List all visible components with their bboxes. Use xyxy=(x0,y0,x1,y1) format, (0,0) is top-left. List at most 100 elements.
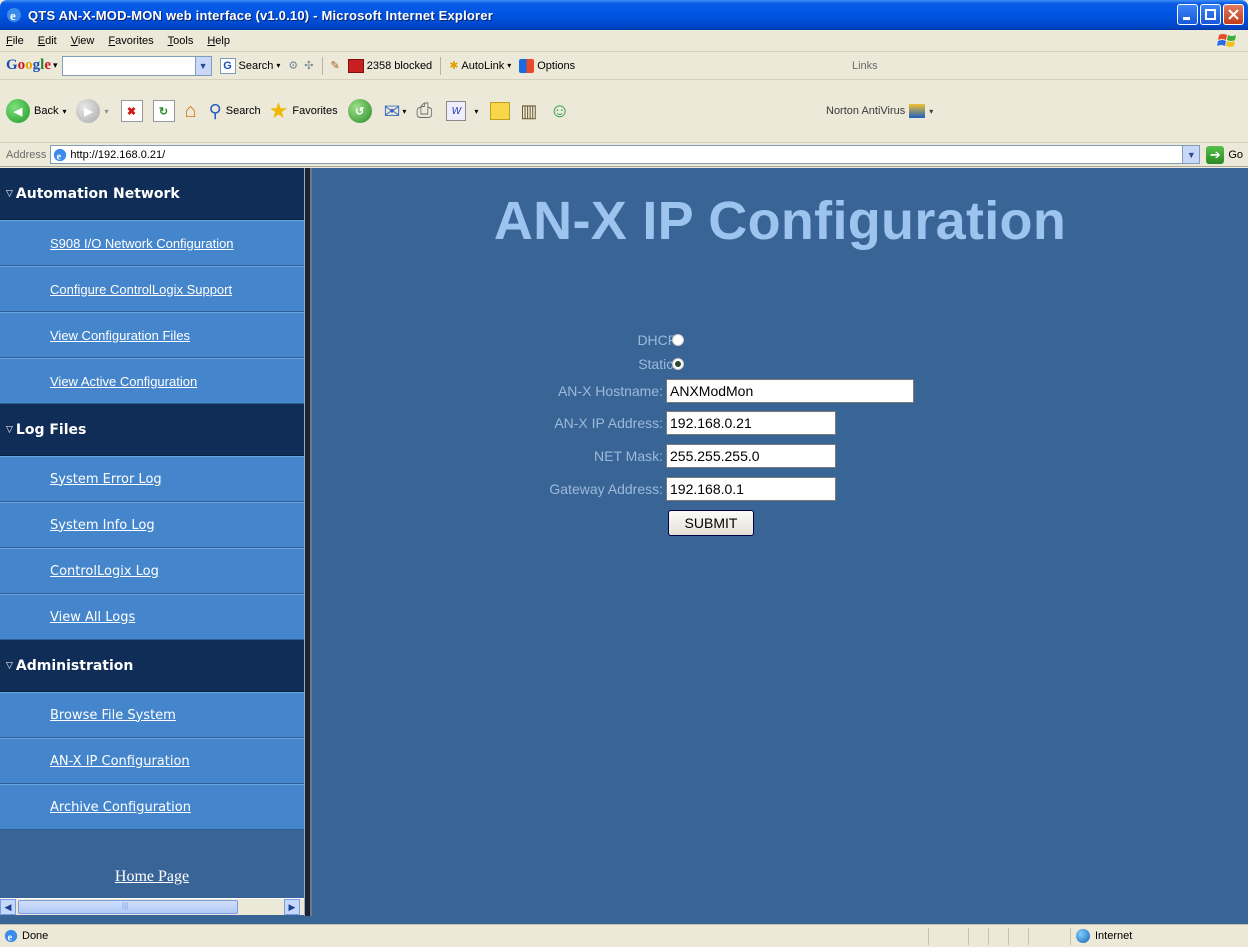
highlight-icon[interactable]: ✎ xyxy=(331,59,340,72)
page-title: AN-X IP Configuration xyxy=(493,191,1067,251)
netmask-label: NET Mask: xyxy=(594,448,663,464)
autolink-button[interactable]: ✱ AutoLink ▾ xyxy=(449,59,512,73)
menu-favorites[interactable]: Favorites xyxy=(101,35,160,47)
gateway-input[interactable]: 192.168.0.1 xyxy=(666,477,836,501)
status-divider xyxy=(1008,928,1009,945)
options-button[interactable]: Options xyxy=(519,58,575,73)
minimize-button[interactable] xyxy=(1177,4,1198,25)
chevron-down-icon[interactable]: ▾ xyxy=(474,107,478,116)
submit-button[interactable]: SUBMIT xyxy=(668,510,754,536)
status-divider xyxy=(1028,928,1029,945)
sidebar-item-system-info-log[interactable]: System Info Log xyxy=(0,502,304,548)
google-search-button[interactable]: G Search ▾ xyxy=(219,57,280,74)
window-title-bar: e QTS AN-X-MOD-MON web interface (v1.0.1… xyxy=(0,0,1248,30)
dhcp-row: DHCP: xyxy=(312,328,1248,352)
favorites-star-icon: ★ xyxy=(268,98,289,123)
print-icon[interactable]: ⎙ xyxy=(416,100,432,123)
sidebar-horizontal-scrollbar[interactable]: ◀ ▶ xyxy=(0,898,304,915)
autolink-label: AutoLink xyxy=(461,59,505,72)
sidebar-item-view-active-configuration[interactable]: View Active Configuration xyxy=(0,358,304,404)
netmask-row: NET Mask: 255.255.255.0 xyxy=(312,444,1248,468)
popup-blocker-button[interactable]: 2358 blocked xyxy=(347,58,432,73)
autolink-icon: ✱ xyxy=(449,60,459,72)
menu-help[interactable]: Help xyxy=(200,35,237,47)
address-label: Address xyxy=(6,148,47,161)
window-controls xyxy=(1177,4,1244,25)
sidebar-item-system-error-log[interactable]: System Error Log xyxy=(0,456,304,502)
history-icon[interactable]: ↺ xyxy=(347,99,372,123)
ie-icon: e xyxy=(7,8,21,23)
address-input[interactable]: e http://192.168.0.21/ ▼ xyxy=(50,145,1201,164)
sidebar-item-configure-controllogix-support[interactable]: Configure ControlLogix Support xyxy=(0,266,304,312)
collapse-triangle-icon: ▽ xyxy=(6,660,13,671)
search-icon: ⚲ xyxy=(208,100,222,121)
security-zone: Internet xyxy=(1076,929,1132,943)
google-menu-chevron-icon[interactable]: ▾ xyxy=(53,60,58,71)
menu-tools[interactable]: Tools xyxy=(161,35,201,47)
favorites-button[interactable]: ★ Favorites xyxy=(269,98,338,124)
standard-toolbar: ◀ Back ▾ ▶ ▾ ✖ ↻ ⌂ ⚲ Search ★ Favorites … xyxy=(0,80,1248,143)
sidebar-item-anx-ip-configuration[interactable]: AN-X IP Configuration xyxy=(0,738,304,784)
sidebar-item-s908-io-network-configuration[interactable]: S908 I/O Network Configuration xyxy=(0,220,304,266)
home-page-link[interactable]: Home Page xyxy=(0,868,304,886)
static-radio[interactable] xyxy=(672,358,684,370)
netmask-input[interactable]: 255.255.255.0 xyxy=(666,444,836,468)
home-icon[interactable]: ⌂ xyxy=(185,100,197,123)
ip-address-input[interactable]: 192.168.0.21 xyxy=(666,411,836,435)
dhcp-radio[interactable] xyxy=(672,334,684,346)
status-divider xyxy=(1070,928,1071,945)
discuss-icon[interactable] xyxy=(490,102,511,120)
scroll-right-arrow-icon[interactable]: ▶ xyxy=(284,899,300,915)
search-button[interactable]: ⚲ Search xyxy=(209,101,261,122)
chevron-down-icon[interactable]: ▾ xyxy=(402,107,406,116)
sidebar-item-browse-file-system[interactable]: Browse File System xyxy=(0,692,304,738)
google-logo[interactable]: Google xyxy=(6,57,51,74)
mail-icon[interactable]: ✉ xyxy=(384,99,401,124)
internet-globe-icon xyxy=(1076,929,1090,943)
sidebar-item-archive-configuration[interactable]: Archive Configuration xyxy=(0,784,304,830)
stop-icon[interactable]: ✖ xyxy=(120,100,143,122)
menu-file[interactable]: File xyxy=(0,35,31,47)
chevron-down-icon: ▾ xyxy=(929,106,934,116)
forward-arrow-icon: ▶ xyxy=(76,99,101,123)
menu-view[interactable]: View xyxy=(64,35,102,47)
svg-text:e: e xyxy=(8,932,13,943)
google-search-label: Search xyxy=(238,59,274,72)
hostname-row: AN-X Hostname: ANXModMon xyxy=(312,379,1248,403)
google-toolbar: Google ▾ ▼ G Search ▾ ⚙ ✣ ✎ 2358 blocked… xyxy=(0,52,1248,80)
refresh-icon[interactable]: ↻ xyxy=(152,100,175,122)
section-title: Administration xyxy=(15,657,134,674)
sidebar-item-view-all-logs[interactable]: View All Logs xyxy=(0,594,304,640)
chevron-down-icon[interactable]: ▼ xyxy=(194,56,211,75)
close-button[interactable] xyxy=(1223,4,1244,25)
norton-icon xyxy=(909,104,926,118)
edit-word-icon[interactable]: W xyxy=(446,101,467,121)
forward-button[interactable]: ▶ ▾ xyxy=(76,99,109,123)
chevron-down-icon[interactable]: ▼ xyxy=(1182,146,1200,163)
messenger-icon[interactable]: ☺ xyxy=(549,100,569,123)
google-search-input[interactable]: ▼ xyxy=(61,55,212,76)
page-info-icon[interactable]: ✣ xyxy=(304,59,313,72)
frame-divider[interactable] xyxy=(304,168,312,916)
sidebar-item-view-configuration-files[interactable]: View Configuration Files xyxy=(0,312,304,358)
chevron-down-icon: ▾ xyxy=(507,61,512,70)
hostname-input[interactable]: ANXModMon xyxy=(666,379,914,403)
sidebar-item-controllogix-log[interactable]: ControlLogix Log xyxy=(0,548,304,594)
chevron-down-icon: ▾ xyxy=(62,106,67,116)
menu-edit[interactable]: Edit xyxy=(31,35,64,47)
maximize-icon xyxy=(1205,9,1216,20)
pagerank-icon[interactable]: ⚙ xyxy=(288,59,298,72)
page-done-icon: e xyxy=(4,929,18,943)
norton-antivirus-button[interactable]: Norton AntiVirus ▾ xyxy=(826,104,933,118)
status-divider xyxy=(988,928,989,945)
scrollbar-thumb[interactable] xyxy=(18,900,238,914)
page-icon: e xyxy=(54,148,67,162)
window-title: QTS AN-X-MOD-MON web interface (v1.0.10)… xyxy=(28,7,493,23)
minimize-icon xyxy=(1183,17,1190,20)
scroll-left-arrow-icon[interactable]: ◀ xyxy=(0,899,16,915)
maximize-button[interactable] xyxy=(1200,4,1221,25)
links-label[interactable]: Links xyxy=(852,60,878,72)
research-icon[interactable]: ▥ xyxy=(520,101,537,122)
go-button[interactable]: ➔ Go xyxy=(1206,145,1243,164)
back-button[interactable]: ◀ Back ▾ xyxy=(6,99,66,123)
